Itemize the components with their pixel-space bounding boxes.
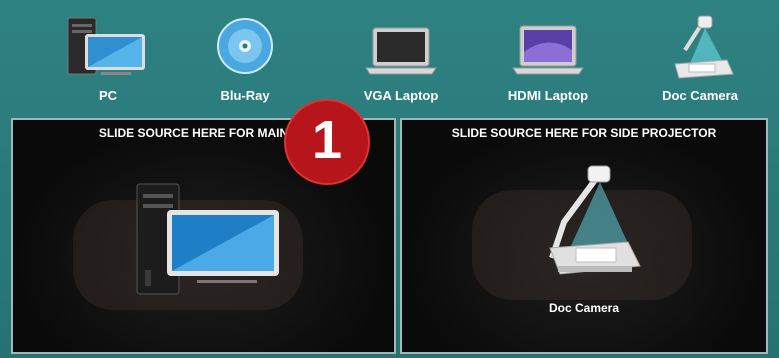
- source-label: HDMI Laptop: [507, 88, 589, 103]
- source-button-pc[interactable]: PC: [53, 12, 163, 107]
- bluray-disc-icon: [217, 18, 273, 74]
- step-number: 1: [311, 110, 343, 170]
- pc-icon: [136, 183, 279, 295]
- doc-camera-icon: [549, 165, 641, 275]
- side-projector-current-source: Doc Camera: [548, 301, 620, 315]
- source-label: Blu-Ray: [220, 88, 270, 103]
- side-projector-drop-zone[interactable]: SLIDE SOURCE HERE FOR SIDE PROJECTOR Doc…: [400, 118, 768, 354]
- source-button-bluray[interactable]: Blu-Ray: [190, 12, 300, 107]
- source-label: Doc Camera: [662, 88, 738, 103]
- doc-camera-icon: [674, 15, 734, 79]
- source-button-hdmi-laptop[interactable]: HDMI Laptop: [493, 12, 603, 107]
- source-button-doc-camera[interactable]: Doc Camera: [645, 12, 755, 107]
- hdmi-laptop-icon: [512, 25, 584, 75]
- side-projector-title: SLIDE SOURCE HERE FOR SIDE PROJECTOR: [451, 126, 717, 140]
- source-label: PC: [98, 88, 118, 103]
- step-number-badge: 1: [286, 101, 368, 183]
- pc-icon: [67, 17, 145, 75]
- laptop-icon: [365, 27, 437, 75]
- source-label: VGA Laptop: [363, 88, 439, 103]
- control-screen: PC Blu-Ray VGA Laptop HDMI Laptop Doc Ca…: [0, 0, 779, 358]
- source-button-vga-laptop[interactable]: VGA Laptop: [346, 12, 456, 107]
